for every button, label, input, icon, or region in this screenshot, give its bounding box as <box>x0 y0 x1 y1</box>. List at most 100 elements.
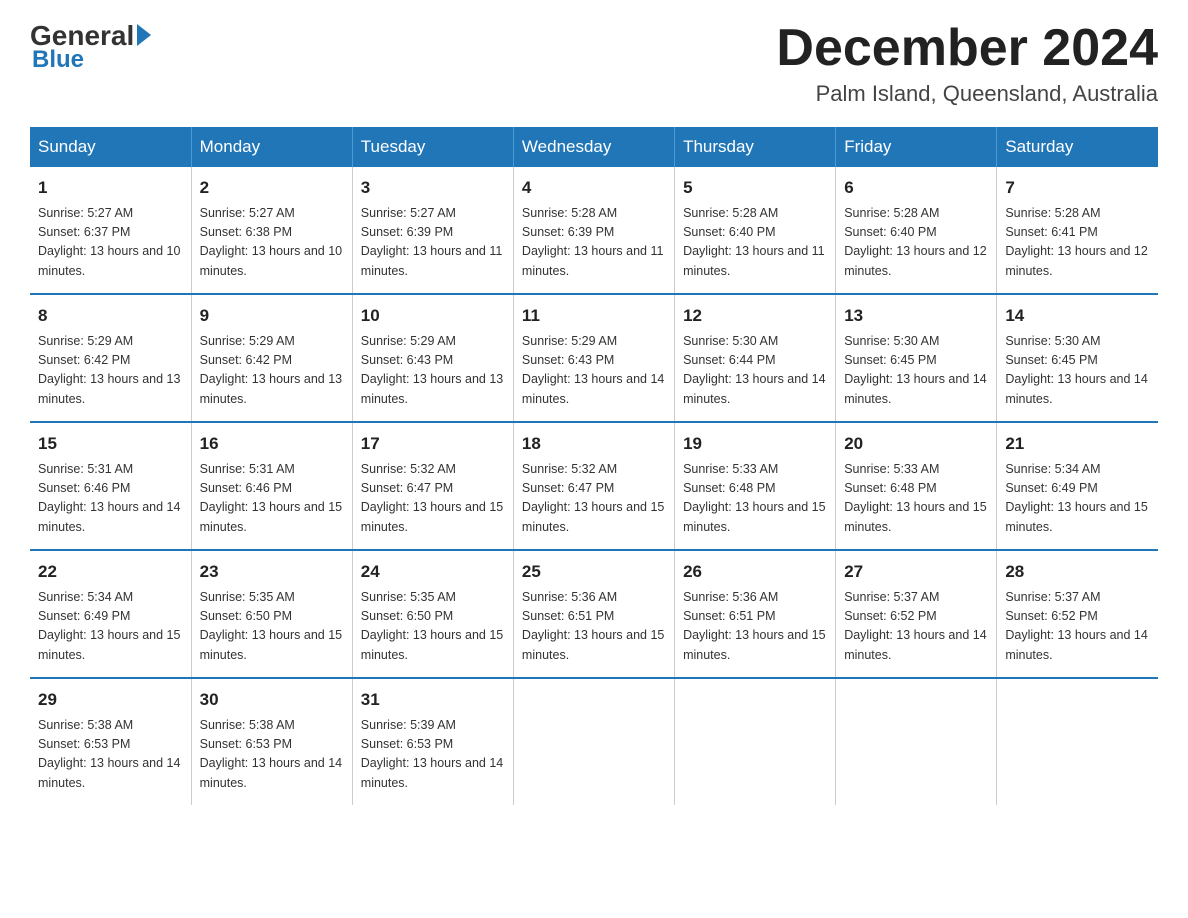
calendar-day-cell: 31 Sunrise: 5:39 AMSunset: 6:53 PMDayligh… <box>352 678 513 805</box>
calendar-day-cell: 28 Sunrise: 5:37 AMSunset: 6:52 PMDayligh… <box>997 550 1158 678</box>
calendar-header-tuesday: Tuesday <box>352 127 513 167</box>
day-number: 30 <box>200 687 344 713</box>
calendar-day-cell <box>836 678 997 805</box>
day-info: Sunrise: 5:28 AMSunset: 6:39 PMDaylight:… <box>522 204 666 282</box>
day-number: 4 <box>522 175 666 201</box>
day-number: 29 <box>38 687 183 713</box>
calendar-day-cell: 15 Sunrise: 5:31 AMSunset: 6:46 PMDayligh… <box>30 422 191 550</box>
calendar-week-row: 15 Sunrise: 5:31 AMSunset: 6:46 PMDayligh… <box>30 422 1158 550</box>
day-number: 28 <box>1005 559 1150 585</box>
day-number: 1 <box>38 175 183 201</box>
logo-triangle-icon <box>137 24 151 46</box>
calendar-header-saturday: Saturday <box>997 127 1158 167</box>
day-number: 22 <box>38 559 183 585</box>
day-info: Sunrise: 5:34 AMSunset: 6:49 PMDaylight:… <box>1005 460 1150 538</box>
calendar-day-cell: 30 Sunrise: 5:38 AMSunset: 6:53 PMDayligh… <box>191 678 352 805</box>
day-number: 6 <box>844 175 988 201</box>
logo-blue-text: Blue <box>30 46 84 74</box>
day-info: Sunrise: 5:29 AMSunset: 6:43 PMDaylight:… <box>361 332 505 410</box>
day-number: 9 <box>200 303 344 329</box>
calendar-day-cell: 27 Sunrise: 5:37 AMSunset: 6:52 PMDayligh… <box>836 550 997 678</box>
day-number: 2 <box>200 175 344 201</box>
calendar-day-cell: 6 Sunrise: 5:28 AMSunset: 6:40 PMDaylight… <box>836 167 997 294</box>
calendar-header-wednesday: Wednesday <box>513 127 674 167</box>
day-info: Sunrise: 5:28 AMSunset: 6:40 PMDaylight:… <box>844 204 988 282</box>
calendar-day-cell <box>675 678 836 805</box>
day-number: 15 <box>38 431 183 457</box>
day-number: 5 <box>683 175 827 201</box>
calendar-day-cell: 22 Sunrise: 5:34 AMSunset: 6:49 PMDayligh… <box>30 550 191 678</box>
day-number: 14 <box>1005 303 1150 329</box>
day-number: 20 <box>844 431 988 457</box>
calendar-day-cell: 16 Sunrise: 5:31 AMSunset: 6:46 PMDayligh… <box>191 422 352 550</box>
day-info: Sunrise: 5:28 AMSunset: 6:40 PMDaylight:… <box>683 204 827 282</box>
day-number: 12 <box>683 303 827 329</box>
calendar-day-cell: 23Sunrise: 5:35 AMSunset: 6:50 PMDayligh… <box>191 550 352 678</box>
day-info: Sunrise: 5:39 AMSunset: 6:53 PMDaylight:… <box>361 716 505 794</box>
calendar-day-cell: 20Sunrise: 5:33 AMSunset: 6:48 PMDayligh… <box>836 422 997 550</box>
calendar-header-monday: Monday <box>191 127 352 167</box>
calendar-day-cell: 2 Sunrise: 5:27 AMSunset: 6:38 PMDaylight… <box>191 167 352 294</box>
calendar-day-cell: 1 Sunrise: 5:27 AMSunset: 6:37 PMDaylight… <box>30 167 191 294</box>
calendar-day-cell: 13Sunrise: 5:30 AMSunset: 6:45 PMDayligh… <box>836 294 997 422</box>
calendar-day-cell: 26Sunrise: 5:36 AMSunset: 6:51 PMDayligh… <box>675 550 836 678</box>
day-info: Sunrise: 5:36 AMSunset: 6:51 PMDaylight:… <box>683 588 827 666</box>
day-info: Sunrise: 5:30 AMSunset: 6:45 PMDaylight:… <box>844 332 988 410</box>
day-info: Sunrise: 5:35 AMSunset: 6:50 PMDaylight:… <box>361 588 505 666</box>
calendar-table: SundayMondayTuesdayWednesdayThursdayFrid… <box>30 127 1158 805</box>
day-number: 27 <box>844 559 988 585</box>
day-info: Sunrise: 5:30 AMSunset: 6:45 PMDaylight:… <box>1005 332 1150 410</box>
day-info: Sunrise: 5:37 AMSunset: 6:52 PMDaylight:… <box>1005 588 1150 666</box>
day-number: 10 <box>361 303 505 329</box>
calendar-week-row: 8 Sunrise: 5:29 AMSunset: 6:42 PMDaylight… <box>30 294 1158 422</box>
calendar-header-thursday: Thursday <box>675 127 836 167</box>
day-info: Sunrise: 5:31 AMSunset: 6:46 PMDaylight:… <box>200 460 344 538</box>
day-number: 19 <box>683 431 827 457</box>
calendar-day-cell: 25Sunrise: 5:36 AMSunset: 6:51 PMDayligh… <box>513 550 674 678</box>
calendar-day-cell: 12Sunrise: 5:30 AMSunset: 6:44 PMDayligh… <box>675 294 836 422</box>
day-info: Sunrise: 5:37 AMSunset: 6:52 PMDaylight:… <box>844 588 988 666</box>
calendar-day-cell: 8 Sunrise: 5:29 AMSunset: 6:42 PMDaylight… <box>30 294 191 422</box>
month-title: December 2024 <box>776 20 1158 77</box>
calendar-day-cell: 17Sunrise: 5:32 AMSunset: 6:47 PMDayligh… <box>352 422 513 550</box>
calendar-day-cell: 5 Sunrise: 5:28 AMSunset: 6:40 PMDaylight… <box>675 167 836 294</box>
calendar-day-cell: 21 Sunrise: 5:34 AMSunset: 6:49 PMDayligh… <box>997 422 1158 550</box>
day-info: Sunrise: 5:28 AMSunset: 6:41 PMDaylight:… <box>1005 204 1150 282</box>
logo: General Blue <box>30 20 151 74</box>
day-number: 25 <box>522 559 666 585</box>
calendar-week-row: 1 Sunrise: 5:27 AMSunset: 6:37 PMDaylight… <box>30 167 1158 294</box>
day-info: Sunrise: 5:29 AMSunset: 6:42 PMDaylight:… <box>38 332 183 410</box>
location-title: Palm Island, Queensland, Australia <box>776 81 1158 107</box>
day-number: 16 <box>200 431 344 457</box>
day-info: Sunrise: 5:27 AMSunset: 6:39 PMDaylight:… <box>361 204 505 282</box>
day-info: Sunrise: 5:35 AMSunset: 6:50 PMDaylight:… <box>200 588 344 666</box>
day-number: 11 <box>522 303 666 329</box>
day-number: 21 <box>1005 431 1150 457</box>
calendar-day-cell: 18Sunrise: 5:32 AMSunset: 6:47 PMDayligh… <box>513 422 674 550</box>
calendar-week-row: 22 Sunrise: 5:34 AMSunset: 6:49 PMDayligh… <box>30 550 1158 678</box>
day-info: Sunrise: 5:38 AMSunset: 6:53 PMDaylight:… <box>38 716 183 794</box>
day-number: 8 <box>38 303 183 329</box>
calendar-header-sunday: Sunday <box>30 127 191 167</box>
day-info: Sunrise: 5:31 AMSunset: 6:46 PMDaylight:… <box>38 460 183 538</box>
day-number: 7 <box>1005 175 1150 201</box>
day-info: Sunrise: 5:29 AMSunset: 6:42 PMDaylight:… <box>200 332 344 410</box>
day-info: Sunrise: 5:38 AMSunset: 6:53 PMDaylight:… <box>200 716 344 794</box>
day-info: Sunrise: 5:33 AMSunset: 6:48 PMDaylight:… <box>683 460 827 538</box>
day-number: 3 <box>361 175 505 201</box>
calendar-day-cell <box>513 678 674 805</box>
day-info: Sunrise: 5:32 AMSunset: 6:47 PMDaylight:… <box>361 460 505 538</box>
day-number: 31 <box>361 687 505 713</box>
calendar-week-row: 29 Sunrise: 5:38 AMSunset: 6:53 PMDayligh… <box>30 678 1158 805</box>
day-number: 24 <box>361 559 505 585</box>
calendar-day-cell: 10 Sunrise: 5:29 AMSunset: 6:43 PMDayligh… <box>352 294 513 422</box>
calendar-day-cell: 11Sunrise: 5:29 AMSunset: 6:43 PMDayligh… <box>513 294 674 422</box>
calendar-day-cell: 9 Sunrise: 5:29 AMSunset: 6:42 PMDaylight… <box>191 294 352 422</box>
header: General Blue December 2024 Palm Island, … <box>30 20 1158 107</box>
day-info: Sunrise: 5:34 AMSunset: 6:49 PMDaylight:… <box>38 588 183 666</box>
day-info: Sunrise: 5:27 AMSunset: 6:38 PMDaylight:… <box>200 204 344 282</box>
day-info: Sunrise: 5:27 AMSunset: 6:37 PMDaylight:… <box>38 204 183 282</box>
calendar-day-cell: 19 Sunrise: 5:33 AMSunset: 6:48 PMDayligh… <box>675 422 836 550</box>
calendar-day-cell: 14 Sunrise: 5:30 AMSunset: 6:45 PMDayligh… <box>997 294 1158 422</box>
day-info: Sunrise: 5:32 AMSunset: 6:47 PMDaylight:… <box>522 460 666 538</box>
